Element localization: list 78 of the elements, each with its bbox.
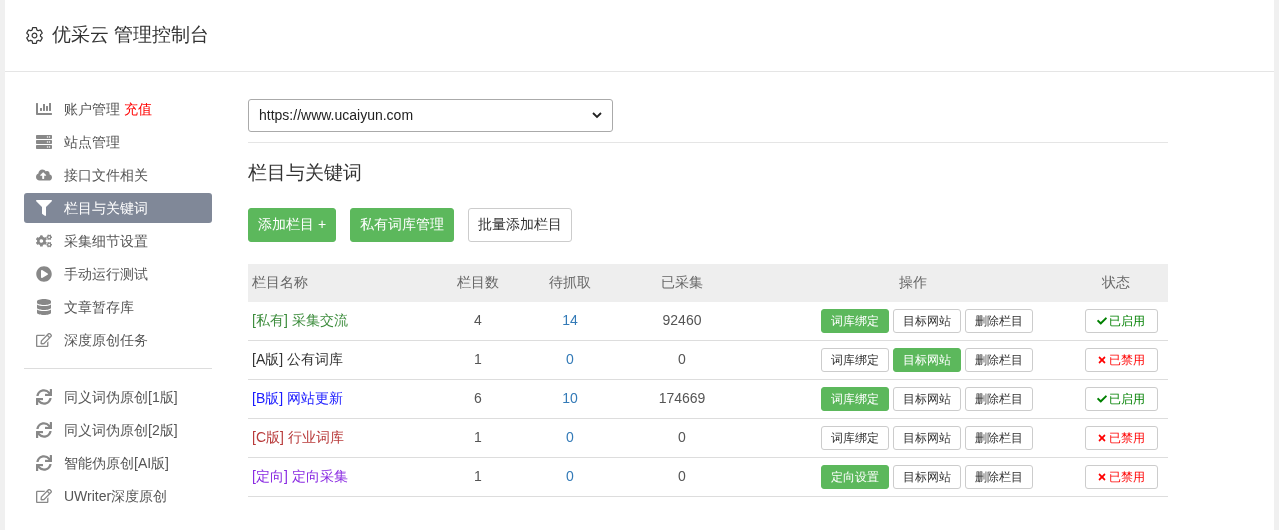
cross-icon (1097, 354, 1107, 365)
toolbar-button[interactable]: 批量添加栏目 (468, 207, 573, 242)
settings-icon (25, 26, 44, 45)
action-button[interactable]: 删除栏目 (965, 308, 1033, 333)
table-cell-text: 0 (677, 428, 687, 447)
table-cell-text: 10 (561, 389, 579, 408)
table-cell-text: 1 (473, 350, 483, 369)
status-button[interactable]: 已禁用 (1084, 347, 1158, 372)
table-cell-text: 0 (565, 350, 575, 369)
column-name: [C版] 行业词库 (251, 428, 345, 447)
table-cell-text: 174669 (657, 389, 707, 408)
column-header: 已采集 (660, 273, 704, 292)
action-button[interactable]: 目标网站 (893, 425, 961, 450)
column-header: 操作 (898, 273, 928, 292)
table-cell-text: 92460 (661, 311, 703, 330)
action-button[interactable]: 删除栏目 (965, 347, 1033, 372)
column-name: [私有] 采集交流 (251, 311, 349, 330)
table-cell-text: 1 (473, 428, 483, 447)
sidebar-item[interactable]: 文章暂存库 (24, 292, 212, 322)
refresh-icon (36, 389, 52, 405)
action-button[interactable]: 删除栏目 (965, 464, 1033, 489)
table-cell-text: 4 (473, 311, 483, 330)
refresh-icon (36, 422, 52, 438)
cloud-upload-icon (36, 167, 52, 183)
column-header: 状态 (1101, 273, 1131, 292)
play-icon (36, 266, 52, 282)
status-button[interactable]: 已启用 (1084, 386, 1158, 411)
table-cell-text: 14 (561, 311, 579, 330)
sidebar-item[interactable]: 深度原创任务 (24, 325, 212, 355)
chevron-down-icon (592, 112, 602, 119)
column-name: [定向] 定向采集 (251, 467, 349, 486)
table-cell-text: 0 (677, 350, 687, 369)
check-icon (1097, 393, 1107, 404)
sidebar-item[interactable]: 站点管理 (24, 127, 212, 157)
sidebar-item[interactable]: 同义词伪原创[2版] (24, 415, 212, 445)
table-cell-text: 0 (565, 467, 575, 486)
column-header: 待抓取 (548, 273, 592, 292)
status-button[interactable]: 已禁用 (1084, 464, 1158, 489)
action-button[interactable]: 目标网站 (893, 308, 961, 333)
sidebar-item[interactable]: 栏目与关键词 (24, 193, 212, 223)
site-select[interactable]: https://www.ucaiyun.com (248, 99, 613, 132)
status-button[interactable]: 已启用 (1084, 308, 1158, 333)
table-cell-text: 0 (565, 428, 575, 447)
column-header: 栏目名称 (251, 273, 309, 292)
sidebar-item[interactable]: 接口文件相关 (24, 160, 212, 190)
check-icon (1097, 315, 1107, 326)
status-button[interactable]: 已禁用 (1084, 425, 1158, 450)
action-button[interactable]: 删除栏目 (965, 425, 1033, 450)
action-button[interactable]: 目标网站 (893, 464, 961, 489)
action-button[interactable]: 删除栏目 (965, 386, 1033, 411)
sidebar-item[interactable]: 智能伪原创[AI版] (24, 448, 212, 478)
sidebar-item[interactable]: UWriter深度原创 (24, 481, 212, 511)
cross-icon (1097, 471, 1107, 482)
edit-icon (36, 332, 52, 348)
table-cell-text: 0 (677, 467, 687, 486)
bar-chart-icon (36, 101, 52, 117)
filter-icon (36, 200, 52, 216)
server-icon (36, 134, 52, 150)
gears-icon (36, 233, 52, 249)
recharge-link[interactable]: 充值 (124, 98, 152, 120)
sidebar-item[interactable]: 手动运行测试 (24, 259, 212, 289)
section-title: 栏目与关键词 (248, 161, 363, 185)
column-name: [B版] 网站更新 (251, 389, 344, 408)
action-button[interactable]: 词库绑定 (821, 347, 889, 372)
table-cell-text: 1 (473, 467, 483, 486)
sidebar-item[interactable]: 账户管理 充值 (24, 94, 212, 124)
cross-icon (1097, 432, 1107, 443)
table-cell-text: 6 (473, 389, 483, 408)
column-name: [A版] 公有词库 (251, 350, 344, 369)
action-button[interactable]: 目标网站 (893, 386, 961, 411)
action-button[interactable]: 词库绑定 (821, 425, 889, 450)
column-header: 栏目数 (456, 273, 500, 292)
sidebar-item[interactable]: 同义词伪原创[1版] (24, 382, 212, 412)
database-icon (36, 299, 52, 315)
header-title: 优采云 管理控制台 (52, 23, 210, 48)
edit-icon (36, 488, 52, 504)
refresh-icon (36, 455, 52, 471)
sidebar-item[interactable]: 采集细节设置 (24, 226, 212, 256)
